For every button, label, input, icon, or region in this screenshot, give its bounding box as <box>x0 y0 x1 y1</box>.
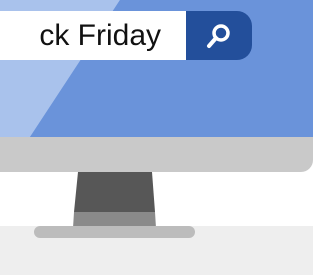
monitor-chin <box>0 137 313 172</box>
monitor-stand <box>73 172 156 228</box>
search-icon <box>207 23 230 48</box>
search-query-text: ck Friday <box>39 19 161 52</box>
monitor-screen: ck Friday <box>0 0 313 137</box>
illustration: ck Friday <box>0 0 313 275</box>
monitor-stand-base <box>34 226 195 238</box>
search-button[interactable] <box>186 11 252 60</box>
search-input[interactable]: ck Friday <box>0 11 188 60</box>
